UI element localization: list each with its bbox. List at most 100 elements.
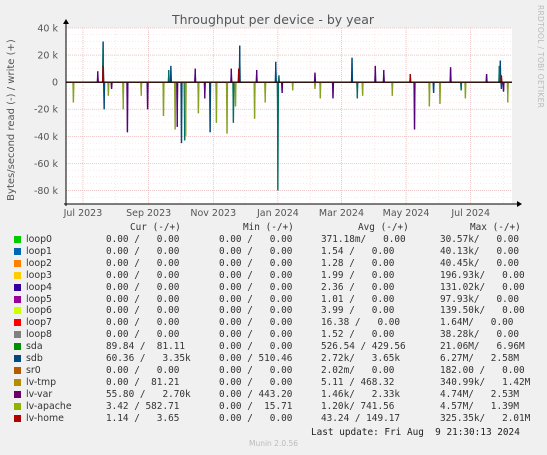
legend-min-value: 0.00 / 0.00 [219,412,293,424]
legend-min-value: 0.00 / 15.71 [219,400,293,412]
legend-max-value: 4.74M/ 2.53M [440,388,520,400]
legend-swatch [14,355,21,362]
legend-name: lv-var [26,388,53,400]
legend-avg-value: 43.24 / 149.17 [321,412,401,424]
legend-cur-value: 0.00 / 0.00 [106,364,180,376]
legend-avg-value: 16.38 / 0.00 [321,317,401,329]
legend-name: sdb [26,353,43,364]
legend-swatch [14,247,21,255]
legend-swatch [14,271,21,279]
legend-swatch [14,378,21,386]
y-axis-arrow [63,19,69,24]
legend-cur-value: 1.14 / 3.65 [106,412,180,424]
legend-cur-value: 0.00 / 0.00 [106,257,180,269]
legend-min-value: 0.00 / 0.00 [219,245,293,257]
y-tick-label: 40 k [37,24,58,35]
legend-max-value: 182.00 / 0.00 [440,364,525,376]
legend-min-value: 0.00 / 0.00 [219,341,293,353]
legend-cur-value: 0.00 / 0.00 [106,281,180,293]
legend-row: lv-home 1.14 / 3.65 0.00 / 0.00 43.24 / 149… [0,413,547,425]
legend-avg-value: 3.99 / 0.00 [321,305,395,317]
legend-max-value: 139.50k/ 0.00 [440,305,525,317]
rrdtool-credit: RRDTOOL / TOBI OETIKER [536,5,545,109]
legend-avg-value: 1.54 / 0.00 [321,245,395,257]
legend-avg-value: 2.36 / 0.00 [321,281,395,293]
legend-max-value: 21.06M/ 6.96M [440,341,525,353]
legend-row: sdb 60.36 / 3.35k 0.00 / 510.46 2.72k/ 3.65… [0,353,547,365]
legend-swatch [14,343,21,351]
legend-avg-value: 2.72k/ 3.65k [321,353,401,364]
y-axis-label: Bytes/second read (-) / write (+) [6,39,17,201]
legend-avg-value: 2.02m/ 0.00 [321,364,395,376]
legend-avg-value: 1.52 / 0.00 [321,329,395,341]
x-tick-label: Jan 2024 [256,208,299,219]
legend-avg-value: 1.28 / 0.00 [321,257,395,269]
legend-row: lv-var 55.80 / 2.70k 0.00 / 443.20 1.46k/ 2… [0,389,547,401]
legend-name: lv-home [26,412,64,424]
legend-cur-value: 0.00 / 0.00 [106,317,180,329]
legend-row: lv-apache 3.42 / 582.71 0.00 / 15.71 1.20k/… [0,401,547,413]
legend-max-value: 40.13k/ 0.00 [440,245,520,257]
legend-avg-value: 1.99 / 0.00 [321,269,395,281]
x-axis-arrow [517,201,522,207]
y-tick-label: -80 k [34,186,59,197]
chart-title: Throughput per device - by year [171,12,375,27]
legend-max-value: 97.93k/ 0.00 [440,293,520,305]
throughput-chart: Throughput per device - by year Bytes/se… [6,12,522,219]
legend-avg-value: 1.01 / 0.00 [321,293,395,305]
legend-row: loop5 0.00 / 0.00 0.00 / 0.00 1.01 / 0.00 97… [0,294,547,306]
legend-name: loop1 [26,245,52,257]
legend-swatch [14,307,21,315]
y-tick-label: -20 k [34,105,59,116]
legend-avg-value: 5.11 / 468.32 [321,376,395,388]
legend-header-max: Max (-/+) [470,222,521,233]
legend-name: loop3 [26,269,52,281]
legend-max-value: 340.99k/ 1.42M [440,376,531,388]
legend-row: lv-tmp 0.00 / 81.21 0.00 / 0.00 5.11 / 468.… [0,377,547,389]
legend-cur-value: 0.00 / 0.00 [106,293,180,305]
legend-min-value: 0.00 / 443.20 [219,388,293,400]
legend-swatch [14,414,21,422]
legend-row: loop8 0.00 / 0.00 0.00 / 0.00 1.52 / 0.00 38… [0,329,547,341]
legend-max-value: 4.57M/ 1.39M [440,400,520,412]
legend-name: loop8 [26,329,52,341]
legend-row: loop4 0.00 / 0.00 0.00 / 0.00 2.36 / 0.00 13… [0,282,547,294]
legend-cur-value: 0.00 / 81.21 [106,376,180,388]
legend-cur-value: 0.00 / 0.00 [106,234,180,245]
legend-cur-value: 89.84 / 81.11 [106,341,186,353]
last-update: Last update: Fri Aug 9 21:30:13 2024 [311,427,520,438]
legend-min-value: 0.00 / 0.00 [219,257,293,269]
legend-swatch [14,366,21,374]
legend-swatch [14,283,21,291]
legend-name: loop4 [26,281,52,293]
legend-swatch [14,319,21,327]
legend-min-value: 0.00 / 510.46 [219,353,293,364]
y-tick-label: 0 [52,78,58,89]
legend-cur-value: 0.00 / 0.00 [106,269,180,281]
legend-cur-value: 3.42 / 582.71 [106,400,180,412]
legend-min-value: 0.00 / 0.00 [219,329,293,341]
legend-max-value: 1.64M/ 0.00 [440,317,514,329]
legend-min-value: 0.00 / 0.00 [219,376,293,388]
legend-avg-value: 526.54 / 429.56 [321,341,406,353]
legend-row: sr0 0.00 / 0.00 0.00 / 0.00 2.02m/ 0.00 182.… [0,365,547,377]
legend-avg-value: 371.18m/ 0.00 [321,234,406,245]
legend-row: loop3 0.00 / 0.00 0.00 / 0.00 1.99 / 0.00 19… [0,270,547,282]
legend-max-value: 131.02k/ 0.00 [440,281,525,293]
legend-name: loop2 [26,257,52,269]
legend-min-value: 0.00 / 0.00 [219,234,293,245]
legend-cur-value: 0.00 / 0.00 [106,245,180,257]
legend-cur-value: 60.36 / 3.35k [106,353,191,364]
x-tick-label: May 2024 [383,208,430,219]
legend-max-value: 6.27M/ 2.58M [440,353,520,364]
legend-row: loop0 0.00 / 0.00 0.00 / 0.00 371.18m/ 0.00… [0,234,547,246]
x-tick-label: Nov 2023 [190,208,236,219]
legend-max-value: 40.45k/ 0.00 [440,257,520,269]
legend-name: loop7 [26,317,52,329]
legend-min-value: 0.00 / 0.00 [219,269,293,281]
legend-swatch [14,295,21,303]
legend-swatch [14,236,21,243]
legend-cur-value: 55.80 / 2.70k [106,388,191,400]
legend-name: sda [26,341,43,353]
legend-swatch [14,390,21,398]
